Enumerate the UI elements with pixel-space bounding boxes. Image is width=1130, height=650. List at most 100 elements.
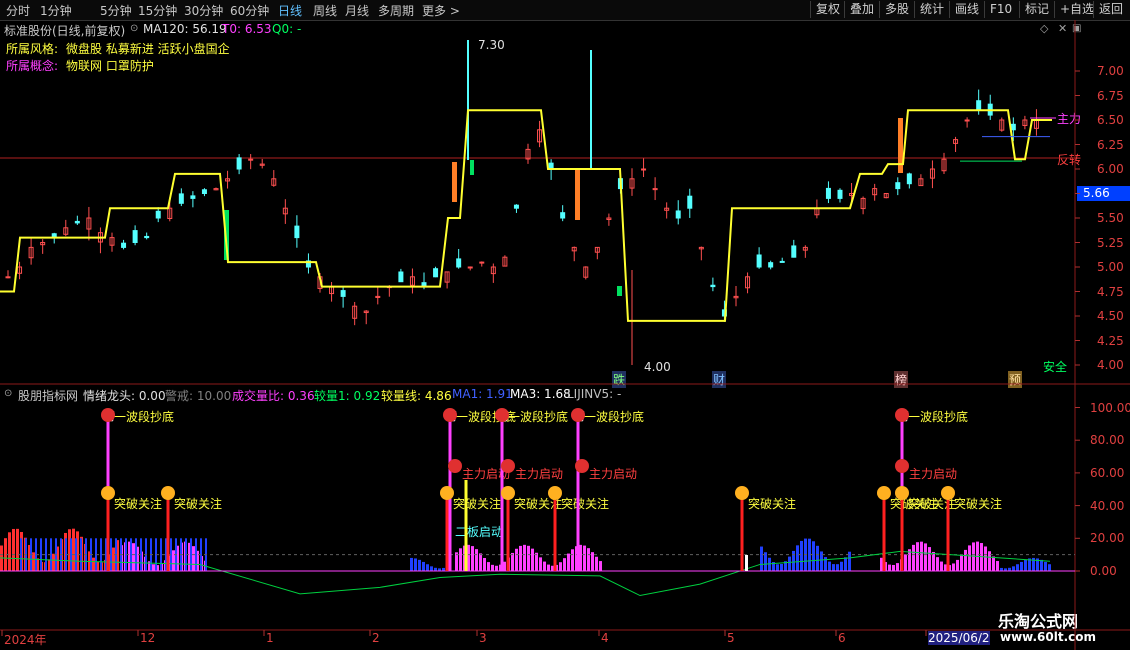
signal-icon (101, 408, 115, 422)
volume-bar (519, 545, 522, 571)
volume-bar (430, 566, 433, 571)
volume-bar (571, 549, 574, 571)
candle-body (906, 173, 912, 185)
candle-body (825, 187, 831, 199)
candle-body (513, 204, 519, 209)
volume-bar (72, 528, 75, 571)
volume-bar-blue (130, 538, 132, 571)
volume-bar (567, 553, 570, 571)
volume-bar (531, 548, 534, 571)
candle-body (5, 276, 11, 279)
candle-body (895, 182, 901, 190)
volume-bar-blue (160, 538, 162, 571)
volume-bar (1024, 559, 1027, 571)
candle-body (433, 268, 439, 278)
candle-body (768, 262, 774, 268)
volume-bar (563, 558, 566, 571)
volume-bar (964, 549, 967, 571)
volume-bar (936, 557, 939, 571)
volume-bar-blue (40, 538, 42, 571)
volume-bar (892, 564, 895, 571)
volume-bar (888, 564, 891, 571)
volume-bar-blue (45, 538, 47, 571)
candle-body (964, 119, 970, 122)
volume-bar (992, 556, 995, 571)
volume-bar (832, 564, 835, 571)
signal-icon (495, 408, 509, 422)
candle-body (340, 290, 346, 297)
volume-bar (479, 553, 482, 571)
signal-icon (877, 486, 891, 500)
volume-bar (471, 546, 474, 571)
volume-bar (459, 548, 462, 571)
volume-bar (1016, 564, 1019, 571)
volume-bar (527, 545, 530, 571)
marker-bar (745, 555, 748, 571)
candle-body (155, 210, 161, 219)
volume-bar-blue (135, 538, 137, 571)
volume-bar (487, 562, 490, 571)
volume-bar (591, 552, 594, 571)
signal-icon (941, 486, 955, 500)
volume-bar (495, 565, 498, 571)
volume-bar (559, 562, 562, 571)
volume-bar (475, 549, 478, 571)
candle-body (791, 245, 797, 258)
signal-icon (161, 486, 175, 500)
volume-bar (792, 550, 795, 571)
volume-bar (152, 564, 155, 571)
volume-bar-blue (100, 538, 102, 571)
candle-body (248, 158, 254, 161)
volume-bar (940, 561, 943, 571)
signal-icon (548, 486, 562, 500)
volume-bar (816, 545, 819, 571)
signal-icon (448, 459, 462, 473)
volume-bar (800, 540, 803, 571)
volume-bar (916, 542, 919, 571)
candle-body (178, 193, 184, 204)
volume-bar (483, 557, 486, 571)
candle-body (687, 195, 693, 209)
chart-canvas[interactable] (0, 0, 1130, 650)
volume-bar (414, 558, 417, 571)
signal-icon (101, 486, 115, 500)
signal-icon (895, 486, 909, 500)
candle-body (479, 261, 485, 264)
volume-bar (599, 561, 602, 571)
volume-bar-blue (70, 538, 72, 571)
volume-bar (928, 547, 931, 571)
volume-bar (896, 563, 899, 571)
volume-bar (511, 552, 514, 571)
volume-bar (418, 559, 421, 571)
candle-body (144, 235, 150, 239)
candle-body (467, 266, 473, 269)
volume-bar (547, 564, 550, 571)
signal-icon (575, 459, 589, 473)
volume-bar (844, 557, 847, 571)
volume-bar-blue (195, 538, 197, 571)
volume-bar (92, 557, 95, 571)
volume-bar (984, 546, 987, 571)
volume-bar-blue (190, 538, 192, 571)
signal-icon (443, 408, 457, 422)
volume-bar-blue (75, 538, 77, 571)
candle-body (1010, 123, 1016, 131)
green-candle (617, 286, 622, 296)
candle-body (456, 258, 462, 268)
signal-icon (501, 486, 515, 500)
volume-bar (960, 555, 963, 571)
candle-body (560, 212, 566, 219)
volume-bar (912, 544, 915, 571)
candle-body (74, 220, 80, 224)
volume-bar (172, 550, 175, 571)
candle-body (779, 260, 785, 263)
volume-bar (8, 532, 11, 571)
candle-body (976, 100, 982, 111)
volume-bar (812, 541, 815, 571)
candle-body (710, 284, 716, 288)
volume-bar (410, 557, 413, 571)
volume-bar (776, 564, 779, 571)
volume-bar (491, 564, 494, 571)
candle-body (201, 189, 207, 194)
volume-bar (583, 545, 586, 571)
